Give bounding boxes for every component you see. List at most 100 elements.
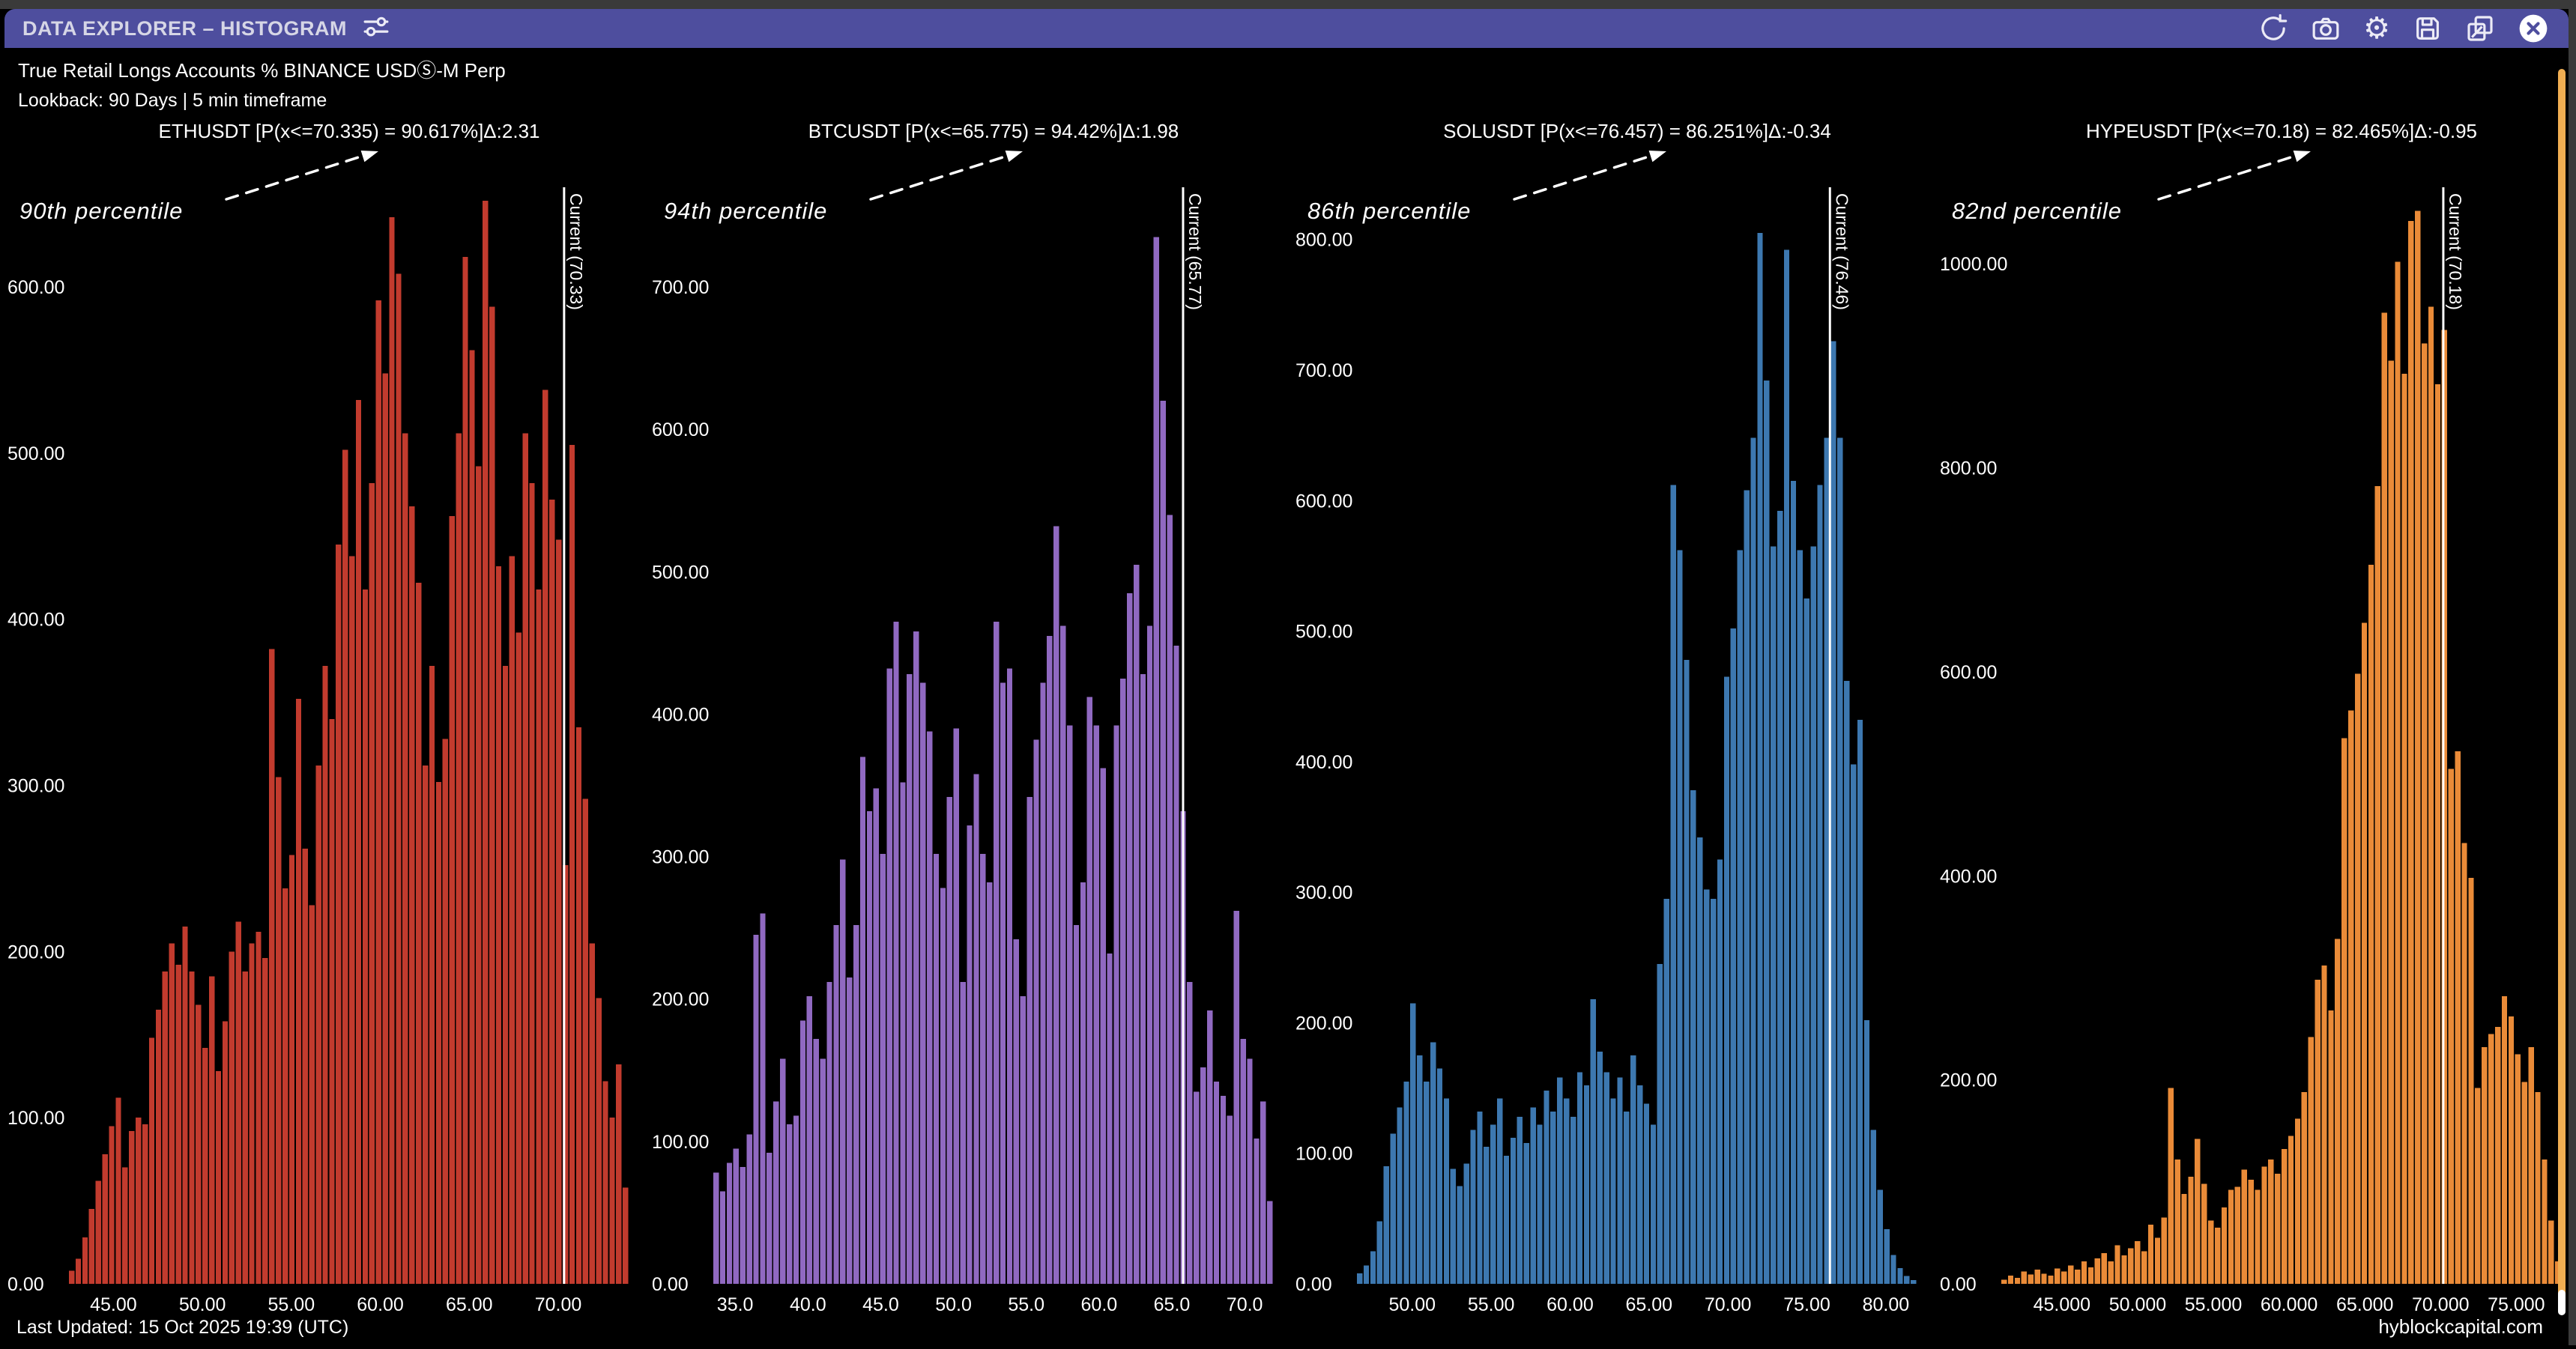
histogram-bar <box>1744 490 1749 1284</box>
histogram-bar <box>719 1191 725 1284</box>
histogram-bar <box>1047 636 1052 1284</box>
histogram-bar <box>1837 438 1842 1284</box>
y-tick-label: 0.00 <box>1295 1274 1332 1295</box>
histogram-bar <box>122 1168 127 1284</box>
histogram-bar <box>1060 626 1065 1284</box>
histogram-bar <box>1637 1085 1642 1284</box>
refresh-icon[interactable] <box>2258 13 2288 43</box>
histogram-bar <box>596 998 601 1284</box>
y-tick-label: 600.00 <box>652 419 709 440</box>
histogram-bar <box>2234 1187 2240 1284</box>
histogram-bar <box>1651 1124 1656 1284</box>
histogram-bar <box>262 958 267 1284</box>
x-tick-label: 60.000 <box>2260 1294 2317 1315</box>
histogram-bar <box>1550 1112 1555 1284</box>
histogram-bar <box>189 971 194 1284</box>
sliders-icon[interactable] <box>360 11 392 46</box>
histogram-bar <box>136 1118 141 1284</box>
histogram-bar <box>2282 1149 2287 1284</box>
histogram-bar <box>1463 1164 1469 1284</box>
histogram-bar <box>733 1148 738 1284</box>
histogram-bar <box>1857 720 1863 1284</box>
histogram-bar <box>1153 237 1158 1284</box>
settings-icon[interactable]: ⚙ <box>2363 13 2390 43</box>
camera-icon[interactable] <box>2311 13 2341 43</box>
histogram-bar <box>2494 1027 2500 1284</box>
histogram-bar <box>926 731 931 1284</box>
histogram-bar <box>1013 939 1018 1284</box>
histogram-bar <box>389 217 394 1284</box>
x-tick-label: 75.000 <box>2488 1294 2545 1315</box>
histogram-bar <box>369 483 375 1284</box>
histogram-bar <box>1617 1078 1622 1284</box>
y-tick-label: 200.00 <box>652 989 709 1010</box>
x-tick-label: 50.0 <box>935 1294 972 1315</box>
histogram-bar <box>2208 1221 2213 1284</box>
histogram-bar <box>2461 843 2467 1284</box>
close-icon[interactable] <box>2518 13 2549 44</box>
histogram-bar <box>994 622 999 1284</box>
histogram-bar <box>767 1153 772 1284</box>
histogram-bar <box>2228 1190 2233 1284</box>
histogram-bar <box>376 300 381 1284</box>
y-tick-label: 300.00 <box>1295 882 1352 903</box>
histogram-bar <box>1504 1156 1509 1284</box>
histogram-bar <box>866 811 871 1284</box>
x-tick-label: 45.000 <box>2033 1294 2090 1315</box>
histogram-bar <box>2468 878 2473 1284</box>
histogram-bar <box>202 1048 208 1284</box>
histogram-bar <box>1531 1108 1536 1284</box>
histogram-bar <box>880 854 885 1284</box>
x-tick-label: 45.0 <box>862 1294 899 1315</box>
histogram-bar <box>760 914 765 1284</box>
histogram-bar <box>409 506 414 1284</box>
histogram-bar <box>1570 1117 1576 1284</box>
scrollbar-thumb[interactable] <box>2558 69 2566 1314</box>
histogram-bar <box>296 699 301 1284</box>
histogram-bar <box>913 631 919 1284</box>
current-value-label: Current (76.46) <box>1832 193 1851 310</box>
histogram-bar <box>1884 1229 1889 1284</box>
histogram-bar <box>76 1259 81 1284</box>
histogram-bar <box>1911 1280 1916 1284</box>
histogram-bar <box>1410 1003 1415 1284</box>
annotation-arrow-line <box>1514 154 1656 199</box>
histogram-bar <box>1200 1067 1206 1284</box>
histogram-bar <box>1697 837 1702 1284</box>
histogram-bar <box>1904 1276 1909 1284</box>
y-tick-label: 0.00 <box>7 1274 44 1295</box>
histogram-bar <box>163 971 168 1284</box>
histogram-bar <box>1167 515 1172 1284</box>
histogram-bar <box>1113 726 1119 1284</box>
x-tick-label: 50.000 <box>2108 1294 2165 1315</box>
histogram-bar <box>2521 1082 2527 1284</box>
y-tick-label: 500.00 <box>1295 622 1352 643</box>
histogram-panel-ETHUSDT: ETHUSDT [P(x<=70.335) = 90.617%]Δ:2.3190… <box>0 112 644 1345</box>
annotation-arrowhead <box>1649 151 1666 162</box>
histogram-bar <box>2301 1092 2306 1284</box>
histogram-bar <box>1006 669 1012 1284</box>
histogram-bar <box>2195 1139 2200 1284</box>
histogram-bar <box>1086 697 1092 1284</box>
histogram-bar <box>2081 1261 2086 1284</box>
scrollbar-tip[interactable] <box>2558 1290 2566 1315</box>
histogram-bar <box>196 1004 201 1284</box>
histogram-bar <box>2074 1270 2079 1284</box>
histogram-bar <box>2094 1258 2099 1284</box>
histogram-bar <box>383 373 388 1284</box>
histogram-bar <box>2401 374 2407 1284</box>
annotation-arrowhead <box>361 151 378 162</box>
histogram-bar <box>806 996 811 1284</box>
histogram-bar <box>840 859 845 1284</box>
annotation-arrow-line <box>226 154 368 199</box>
duplicate-icon[interactable] <box>2465 13 2495 43</box>
x-tick-label: 70.000 <box>2412 1294 2469 1315</box>
histogram-bar <box>1457 1186 1463 1284</box>
histogram-bar <box>510 556 515 1284</box>
histogram-bar <box>1624 1112 1629 1284</box>
y-tick-label: 200.00 <box>1940 1070 1997 1091</box>
y-tick-label: 800.00 <box>1295 230 1352 251</box>
save-icon[interactable] <box>2413 13 2443 43</box>
histogram-bar <box>569 445 575 1284</box>
y-tick-label: 200.00 <box>7 942 64 963</box>
